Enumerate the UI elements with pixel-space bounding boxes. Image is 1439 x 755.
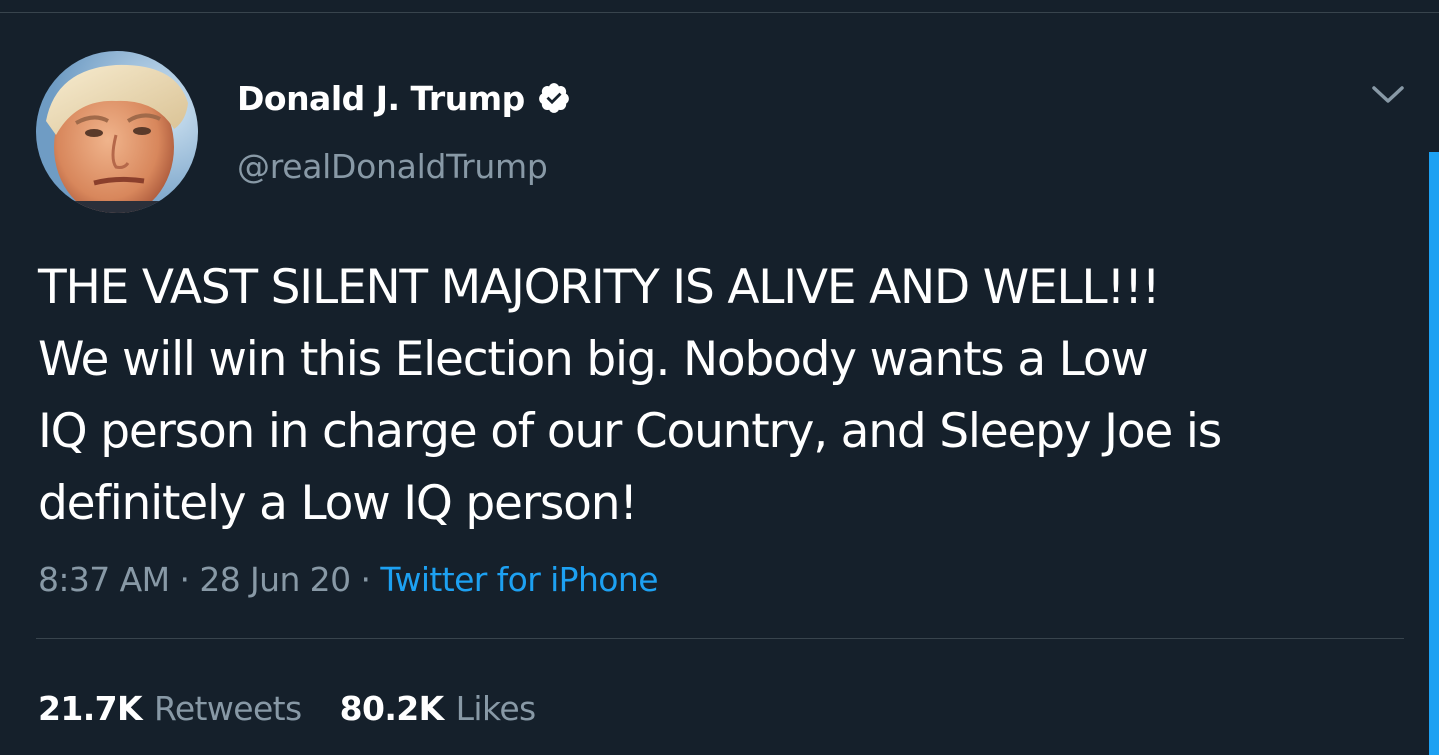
tweet-date[interactable]: 28 Jun 20 (199, 560, 351, 599)
stats-divider (36, 638, 1404, 639)
tweet-text-line: THE VAST SILENT MAJORITY IS ALIVE AND WE… (38, 260, 1161, 315)
avatar[interactable] (36, 51, 198, 213)
tweet-stats: 21.7K Retweets 80.2K Likes (38, 684, 536, 732)
retweets-label: Retweets (154, 688, 302, 728)
tweet-text-line: IQ person in charge of our Country, and … (38, 404, 1222, 459)
retweets-count: 21.7K (38, 688, 143, 728)
tweet-text-line: definitely a Low IQ person! (38, 476, 638, 531)
likes-stat[interactable]: 80.2K Likes (339, 688, 537, 728)
scroll-indicator (1429, 152, 1439, 755)
tweet-meta: 8:37 AM · 28 Jun 20 · Twitter for iPhone (38, 555, 659, 603)
tweet-detail-page: Donald J. Trump @realDonaldTrump THE VAS… (0, 0, 1439, 755)
tweet-text-line: We will win this Election big. Nobody wa… (38, 332, 1149, 387)
likes-count: 80.2K (339, 688, 445, 728)
author-name-row[interactable]: Donald J. Trump (237, 74, 571, 122)
display-name[interactable]: Donald J. Trump (237, 79, 525, 118)
verified-badge-icon (537, 81, 571, 115)
author-handle[interactable]: @realDonaldTrump (237, 147, 548, 186)
retweets-stat[interactable]: 21.7K Retweets (38, 689, 302, 728)
meta-separator: · (179, 559, 190, 599)
likes-label: Likes (455, 688, 537, 728)
chevron-down-icon (1372, 86, 1404, 103)
tweet-text: THE VAST SILENT MAJORITY IS ALIVE AND WE… (38, 252, 1358, 540)
meta-separator: · (360, 559, 371, 599)
tweet-menu-button[interactable] (1368, 80, 1408, 110)
top-divider (0, 12, 1439, 13)
tweet-source-link[interactable]: Twitter for iPhone (380, 560, 658, 599)
tweet-time[interactable]: 8:37 AM (38, 560, 170, 599)
